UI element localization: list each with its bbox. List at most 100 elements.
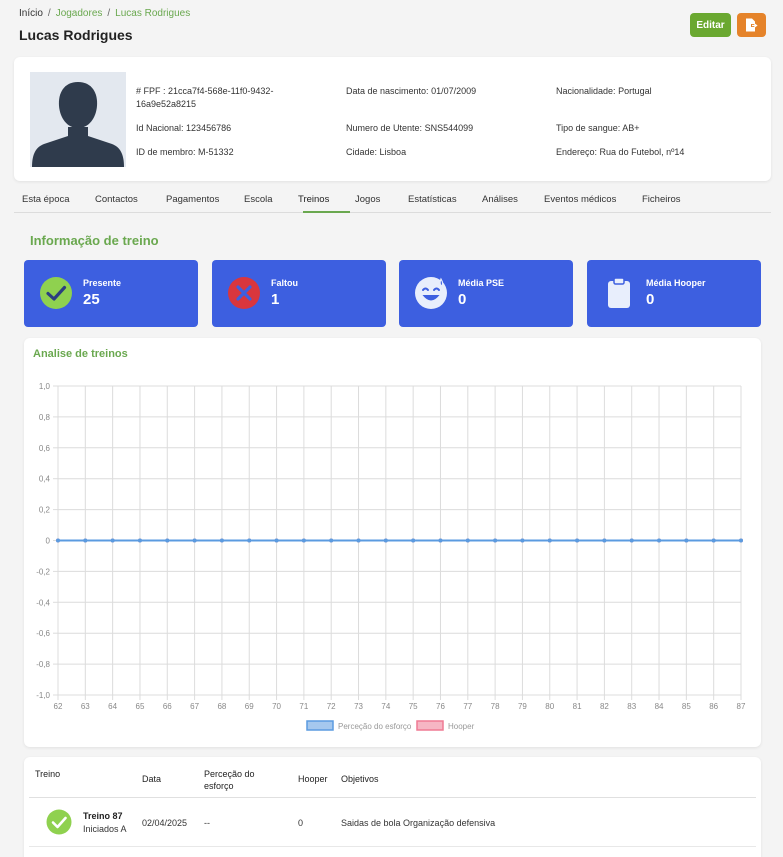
data-point	[356, 538, 361, 543]
y-tick-label: -0,6	[36, 629, 50, 638]
id-membro-label: ID de membro:	[136, 147, 196, 157]
header-pse-line1: Perceção do	[204, 769, 255, 779]
training-table: Treino Data Perceção do esforço Hooper O…	[24, 757, 761, 857]
stat-value: 0	[458, 291, 467, 308]
nacionalidade-field: Nacionalidade: Portugal	[556, 85, 652, 98]
y-tick-label: -0,4	[36, 598, 50, 607]
x-tick-label: 69	[245, 702, 254, 711]
x-tick-label: 84	[655, 702, 664, 711]
nascimento-value: 01/07/2009	[431, 86, 477, 96]
id-membro-value: M-51332	[198, 147, 234, 157]
endereco-label: Endereço:	[556, 147, 598, 157]
tab-contactos[interactable]: Contactos	[95, 194, 138, 205]
nacionalidade-label: Nacionalidade:	[556, 86, 616, 96]
legend-swatch	[306, 720, 334, 731]
data-point	[465, 538, 470, 543]
sangue-label: Tipo de sangue:	[556, 123, 621, 133]
avatar	[30, 72, 126, 167]
person-silhouette-icon	[32, 82, 124, 167]
y-tick-label: 0	[46, 537, 51, 546]
y-tick-label: -1,0	[36, 691, 50, 700]
endereco-field: Endereço: Rua do Futebol, nº14	[556, 146, 684, 159]
row-objetivos: Saidas de bola Organização defensiva	[341, 818, 496, 828]
x-tick-label: 67	[190, 702, 199, 711]
breadcrumb-home[interactable]: Início	[19, 8, 43, 19]
data-point	[110, 538, 115, 543]
nacionalidade-value: Portugal	[618, 86, 652, 96]
header-pse-line2: esforço	[204, 781, 234, 791]
tab-estatisticas[interactable]: Estatísticas	[408, 194, 457, 205]
data-point	[711, 538, 716, 543]
row-date: 02/04/2025	[142, 818, 188, 828]
tabs-bar: Esta época Contactos Pagamentos Escola T…	[14, 186, 771, 213]
row-pse: --	[204, 818, 210, 828]
x-circle-icon	[228, 277, 260, 309]
y-tick-label: 0,8	[39, 413, 51, 422]
x-tick-label: 78	[491, 702, 500, 711]
tab-analises[interactable]: Análises	[482, 194, 518, 205]
data-point	[629, 538, 634, 543]
x-tick-label: 83	[627, 702, 636, 711]
row-hooper: 0	[298, 818, 304, 828]
data-point	[657, 538, 662, 543]
data-point	[575, 538, 580, 543]
cidade-label: Cidade:	[346, 147, 378, 157]
y-tick-label: 1,0	[39, 382, 51, 391]
x-tick-label: 77	[463, 702, 472, 711]
tab-pagamentos[interactable]: Pagamentos	[166, 194, 219, 205]
x-tick-label: 63	[81, 702, 90, 711]
stat-card-media-hooper: Média Hooper 0	[587, 260, 761, 327]
tab-eventos-medicos[interactable]: Eventos médicos	[544, 194, 616, 205]
x-tick-label: 75	[409, 702, 418, 711]
profile-card: # FPF : 21cca7f4-568e-11f0-9432- 16a9e52…	[14, 57, 771, 181]
clipboard-icon	[608, 277, 630, 308]
data-point	[438, 538, 443, 543]
cidade-field: Cidade: Lisboa	[346, 146, 406, 159]
y-tick-label: 0,6	[39, 444, 51, 453]
stat-value: 1	[271, 291, 280, 308]
fpf-label: # FPF :	[136, 86, 166, 96]
breadcrumb-current[interactable]: Lucas Rodrigues	[115, 8, 190, 19]
training-line-chart: 1,0 0,8 0,6 0,4 0,2 0 -0,2 -0,4 -0,6 -0,8 -1,0 62 63…	[36, 382, 746, 731]
tab-treinos[interactable]: Treinos	[298, 194, 329, 205]
stat-label: Média PSE	[458, 278, 505, 288]
check-circle-icon	[40, 277, 72, 309]
data-point	[219, 538, 224, 543]
export-file-icon	[746, 18, 758, 32]
data-point	[301, 538, 306, 543]
row-training-name: Treino 87	[83, 811, 123, 821]
stat-value: 25	[83, 291, 100, 308]
breadcrumb-separator: /	[47, 8, 51, 19]
utente-value: SNS544099	[424, 123, 474, 133]
tab-escola[interactable]: Escola	[244, 194, 273, 205]
sangue-field: Tipo de sangue: AB+	[556, 122, 640, 135]
x-tick-label: 76	[436, 702, 445, 711]
data-point	[547, 538, 552, 543]
data-point	[329, 538, 334, 543]
tab-ficheiros[interactable]: Ficheiros	[642, 194, 681, 205]
breadcrumb: Início / Jogadores / Lucas Rodrigues	[19, 8, 190, 19]
tab-esta-epoca[interactable]: Esta época	[22, 194, 70, 205]
edit-button[interactable]: Editar	[690, 13, 731, 37]
y-tick-label: -0,2	[36, 567, 50, 576]
y-tick-label: 0,4	[39, 475, 51, 484]
x-tick-label: 80	[545, 702, 554, 711]
export-button[interactable]	[737, 13, 766, 37]
cidade-value: Lisboa	[379, 147, 407, 157]
endereco-value: Rua do Futebol, nº14	[599, 147, 685, 157]
tab-jogos[interactable]: Jogos	[355, 194, 380, 205]
data-point	[520, 538, 525, 543]
stat-label: Faltou	[271, 278, 298, 288]
data-point	[383, 538, 388, 543]
x-tick-label: 79	[518, 702, 527, 711]
breadcrumb-separator: /	[107, 8, 111, 19]
stat-card-presente: Presente 25	[24, 260, 198, 327]
nascimento-field: Data de nascimento: 01/07/2009	[346, 85, 476, 98]
breadcrumb-players[interactable]: Jogadores	[56, 8, 103, 19]
x-tick-label: 74	[381, 702, 390, 711]
x-tick-label: 66	[163, 702, 172, 711]
stat-value: 0	[646, 291, 655, 308]
stat-card-media-pse: Média PSE 0	[399, 260, 573, 327]
x-tick-label: 65	[136, 702, 145, 711]
data-point	[165, 538, 170, 543]
